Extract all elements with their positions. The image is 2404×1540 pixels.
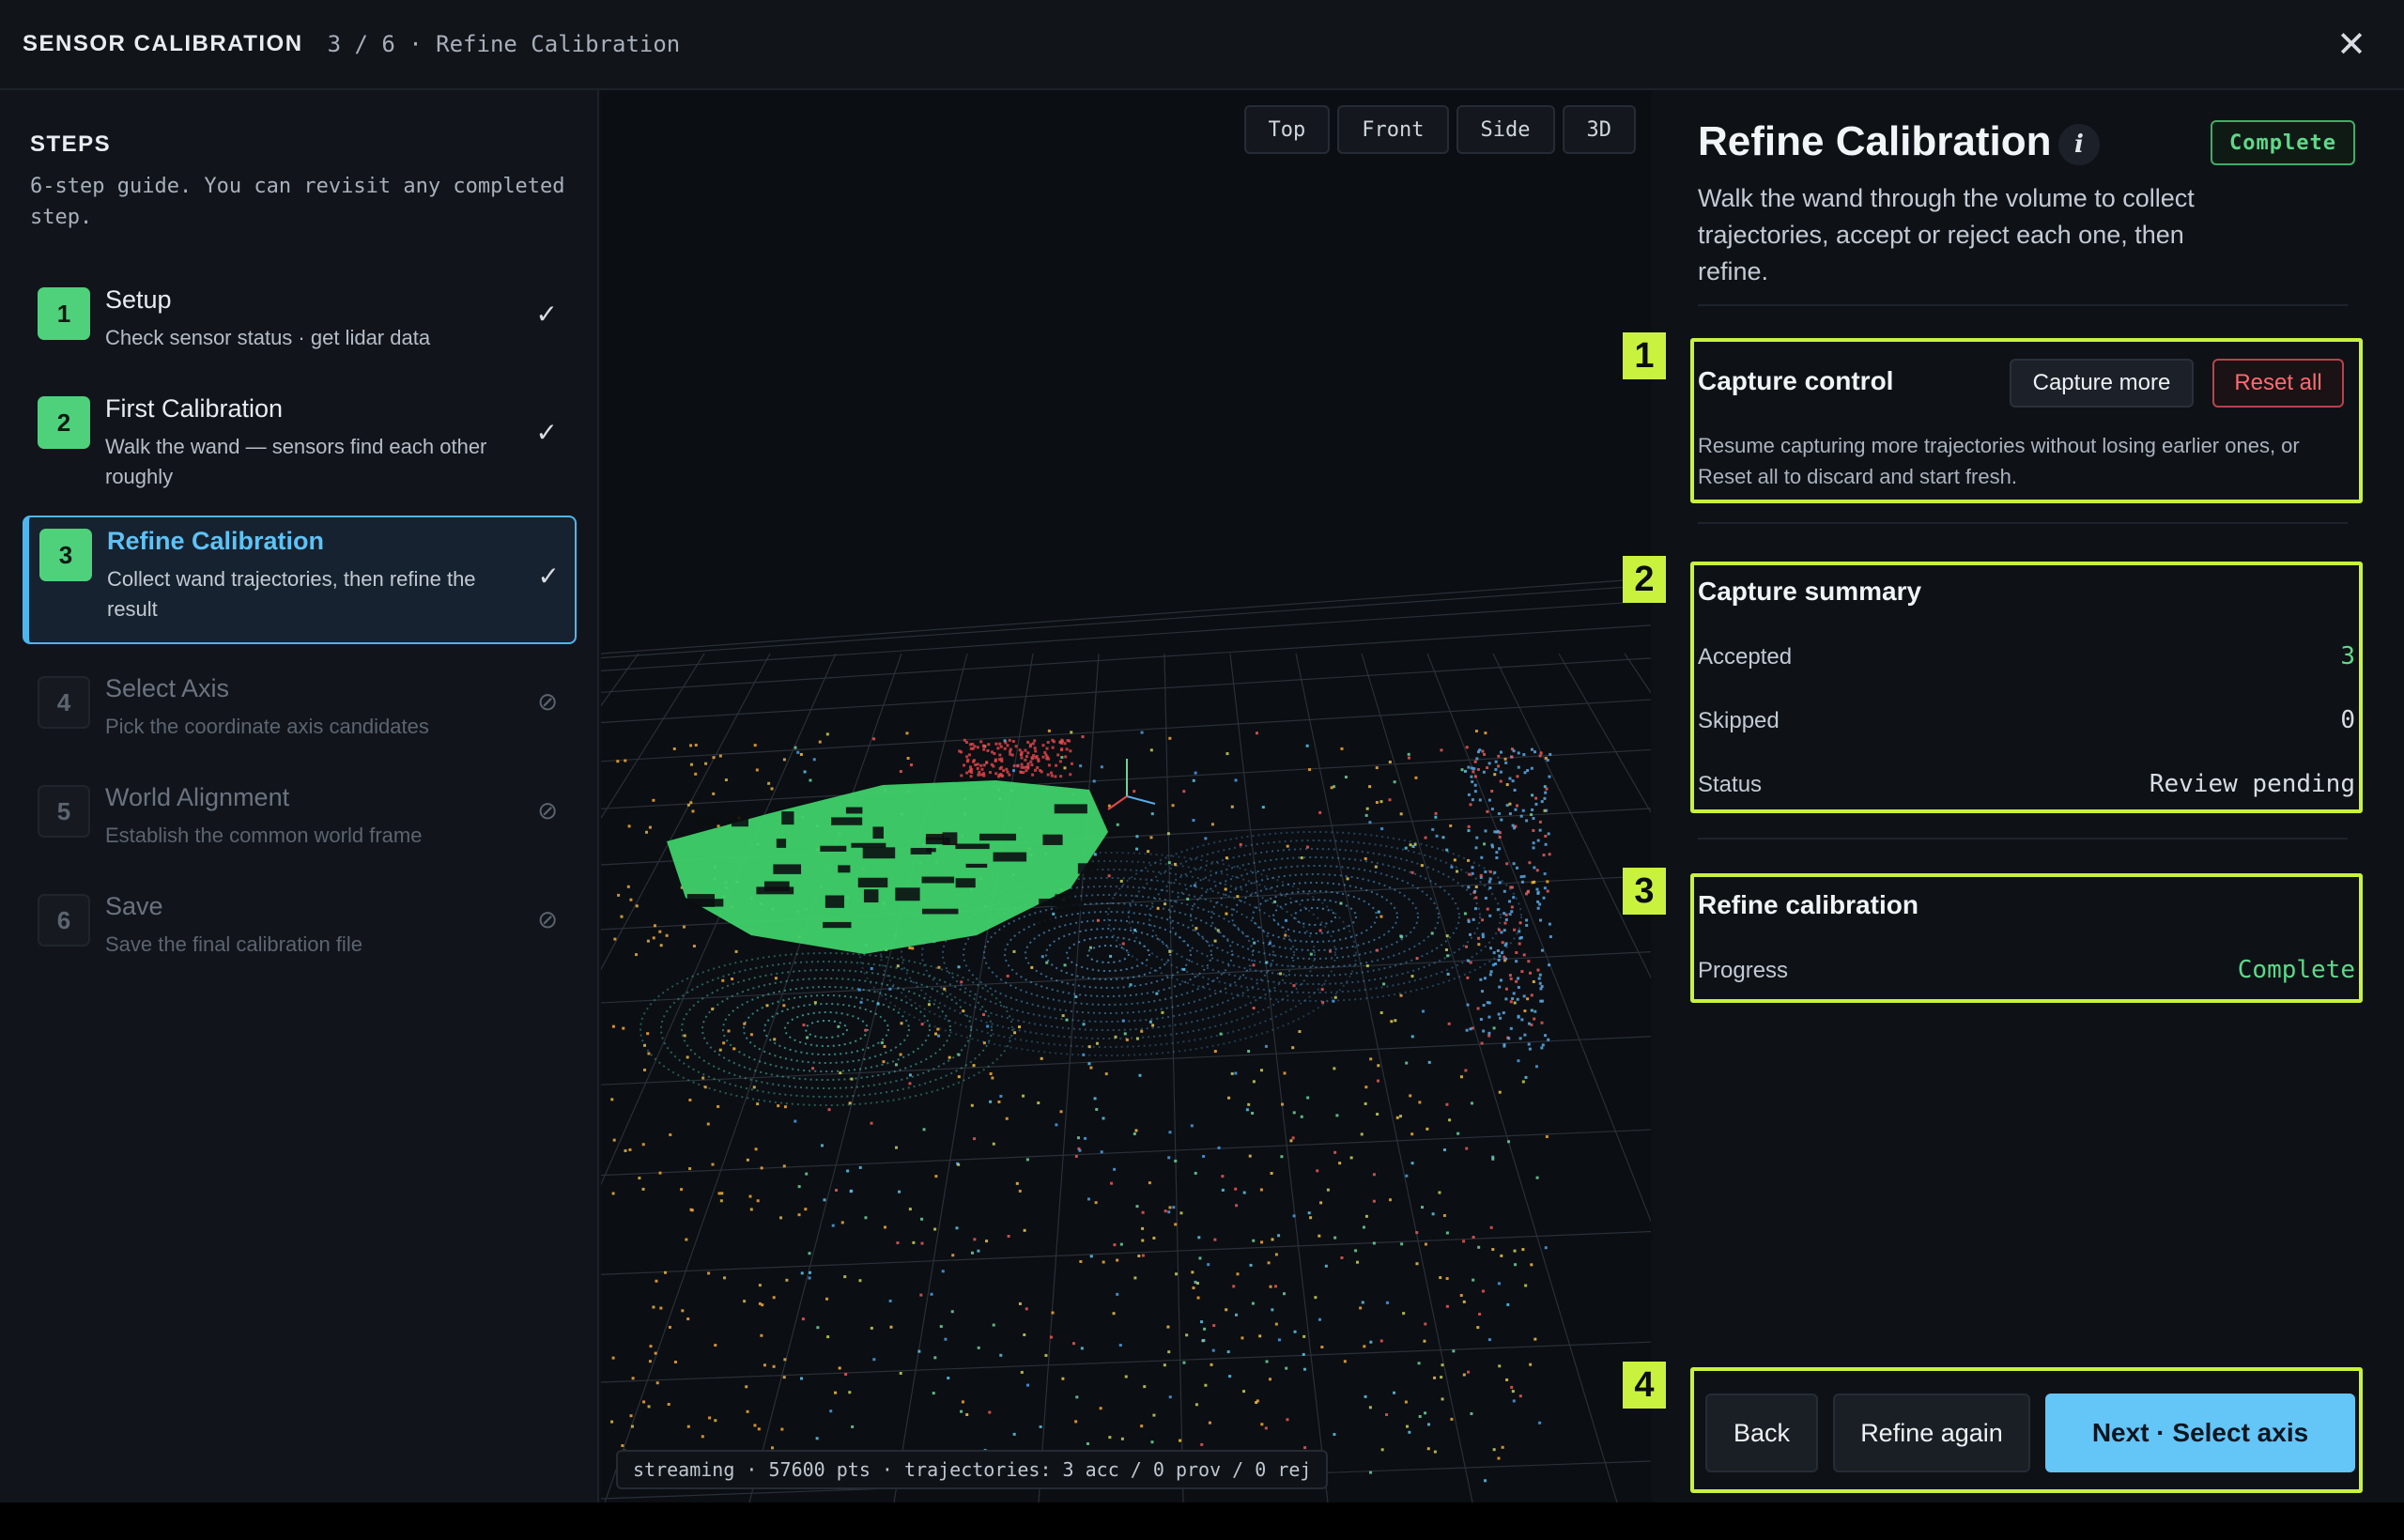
locked-icon: ⊘: [537, 687, 558, 716]
status-label: Status: [1698, 772, 1763, 797]
calibration-window: SENSOR CALIBRATION 3 / 6 · Refine Calibr…: [0, 0, 2404, 1502]
step-number: 2: [38, 396, 90, 449]
step-subtitle: Collect wand trajectories, then refine t…: [107, 567, 476, 621]
status-badge: Complete: [2211, 120, 2355, 165]
view-front-button[interactable]: Front: [1337, 105, 1449, 154]
callout-badge: 2: [1623, 556, 1666, 603]
skipped-value: 0: [2340, 706, 2355, 734]
step-title: Refine Calibration: [107, 527, 325, 555]
locked-icon: ⊘: [537, 905, 558, 933]
steps-sidebar: STEPS 6-step guide. You can revisit any …: [0, 90, 599, 1502]
step-setup[interactable]: 1 Setup Check sensor status · get lidar …: [23, 274, 577, 364]
step-title: Setup: [105, 285, 172, 314]
point-cloud-viewport[interactable]: Top Front Side 3D streaming · 57600 pts …: [601, 90, 1651, 1502]
accepted-label: Accepted: [1698, 644, 1793, 670]
locked-icon: ⊘: [537, 796, 558, 824]
divider: [1698, 304, 2348, 306]
step-title: Select Axis: [105, 674, 230, 702]
refine-calibration-title: Refine calibration: [1698, 890, 1919, 919]
steps-description: 6-step guide. You can revisit any comple…: [30, 175, 565, 229]
step-subtitle: Pick the coordinate axis candidates: [105, 715, 429, 738]
step-select-axis[interactable]: 4 Select Axis Pick the coordinate axis c…: [23, 663, 577, 753]
view-top-button[interactable]: Top: [1243, 105, 1331, 154]
step-world-alignment[interactable]: 5 World Alignment Establish the common w…: [23, 772, 577, 862]
app-title: SENSOR CALIBRATION: [23, 31, 303, 56]
bottom-strip: [0, 1502, 2404, 1540]
step-refine-calibration[interactable]: 3 Refine Calibration Collect wand trajec…: [23, 516, 577, 644]
step-subtitle: Check sensor status · get lidar data: [105, 326, 431, 349]
reset-all-button[interactable]: Reset all: [2212, 359, 2344, 408]
step-title: Save: [105, 892, 163, 920]
back-button[interactable]: Back: [1705, 1394, 1818, 1472]
capture-more-button[interactable]: Capture more: [2010, 359, 2194, 408]
step-subtitle: Walk the wand — sensors find each other …: [105, 435, 487, 488]
step-save[interactable]: 6 Save Save the final calibration file ⊘: [23, 881, 577, 971]
view-3d-button[interactable]: 3D: [1562, 105, 1636, 154]
callout-badge: 1: [1623, 332, 1666, 379]
step-number: 6: [38, 894, 90, 947]
panel-description: Walk the wand through the volume to coll…: [1698, 184, 2195, 285]
step-number: 4: [38, 676, 90, 729]
check-icon: ✓: [535, 418, 558, 447]
steps-heading: STEPS: [30, 131, 112, 157]
step-breadcrumb: 3 / 6 · Refine Calibration: [327, 31, 681, 57]
step-number: 3: [39, 529, 92, 581]
step-subtitle: Save the final calibration file: [105, 932, 362, 956]
step-number: 5: [38, 785, 90, 838]
divider: [1698, 522, 2348, 524]
step-title: First Calibration: [105, 394, 284, 423]
stream-status: streaming · 57600 pts · trajectories: 3 …: [616, 1450, 1329, 1489]
skipped-label: Skipped: [1698, 708, 1780, 733]
progress-label: Progress: [1698, 958, 1789, 983]
capture-summary-title: Capture summary: [1698, 577, 1922, 606]
capture-control-title: Capture control: [1698, 366, 1894, 395]
check-icon: ✓: [537, 562, 560, 591]
step-number: 1: [38, 287, 90, 340]
status-value: Review pending: [2149, 770, 2355, 798]
accepted-value: 3: [2340, 642, 2355, 670]
step-first-calibration[interactable]: 2 First Calibration Walk the wand — sens…: [23, 383, 577, 501]
callout-badge: 3: [1623, 868, 1666, 915]
title-bar: SENSOR CALIBRATION 3 / 6 · Refine Calibr…: [0, 0, 2404, 90]
view-side-button[interactable]: Side: [1456, 105, 1555, 154]
capture-control-description: Resume capturing more trajectories witho…: [1698, 434, 2300, 488]
point-cloud-canvas[interactable]: [601, 90, 1651, 1502]
step-detail-panel: Refine Calibration i Complete Walk the w…: [1623, 90, 2404, 1502]
refine-again-button[interactable]: Refine again: [1833, 1394, 2030, 1472]
panel-title: Refine Calibration: [1698, 118, 2052, 164]
divider: [1698, 838, 2348, 839]
step-title: World Alignment: [105, 783, 290, 811]
step-subtitle: Establish the common world frame: [105, 824, 423, 847]
check-icon: ✓: [535, 300, 558, 329]
next-button[interactable]: Next · Select axis: [2045, 1394, 2355, 1472]
close-icon[interactable]: ✕: [2333, 26, 2370, 64]
callout-badge: 4: [1623, 1362, 1666, 1409]
progress-value: Complete: [2237, 956, 2355, 984]
info-icon[interactable]: i: [2058, 124, 2100, 165]
view-mode-tabs: Top Front Side 3D: [1243, 105, 1636, 154]
